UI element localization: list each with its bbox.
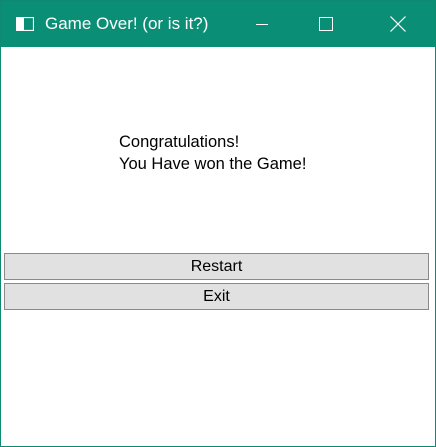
message-line-1: Congratulations! — [119, 133, 240, 151]
window-title: Game Over! (or is it?) — [45, 14, 209, 33]
title-bar[interactable]: Game Over! (or is it?) — [1, 1, 435, 47]
close-button[interactable] — [375, 1, 421, 47]
exit-button[interactable]: Exit — [4, 283, 429, 310]
maximize-button[interactable] — [303, 1, 349, 47]
app-window-icon — [16, 17, 34, 31]
close-icon — [390, 16, 406, 32]
window-content: Congratulations! You Have won the Game! … — [1, 47, 435, 446]
restart-button[interactable]: Restart — [4, 253, 429, 280]
game-over-window: Game Over! (or is it?) Congratulations! … — [0, 0, 436, 447]
message-line-2: You Have won the Game! — [119, 155, 307, 173]
minimize-icon — [256, 24, 268, 25]
maximize-icon — [319, 17, 333, 31]
win-message: Congratulations! You Have won the Game! — [119, 131, 306, 175]
minimize-button[interactable] — [239, 1, 285, 47]
